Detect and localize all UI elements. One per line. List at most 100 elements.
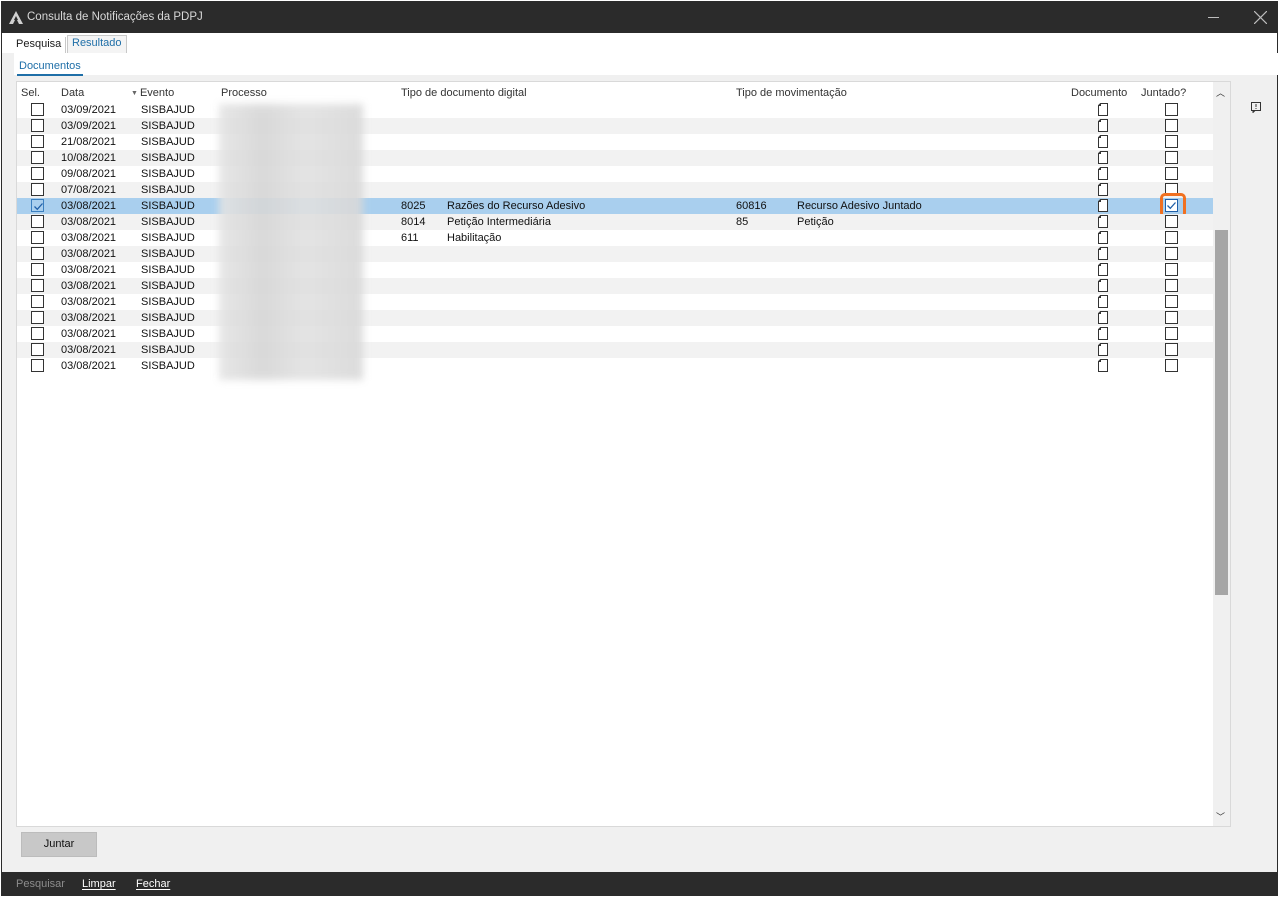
document-icon[interactable] [1097,246,1109,261]
close-button[interactable] [1242,2,1279,33]
subtab-documentos[interactable]: Documentos [17,60,83,76]
select-checkbox[interactable] [31,151,44,164]
juntado-checkbox[interactable] [1165,103,1178,116]
select-checkbox[interactable] [31,311,44,324]
document-icon[interactable] [1097,294,1109,309]
select-checkbox[interactable] [31,119,44,132]
grid-header: Sel. Data ▼ Evento Processo Tipo de docum… [17,82,1213,102]
table-row[interactable]: 03/09/2021 SISBAJUD [17,118,1213,134]
document-icon[interactable] [1097,118,1109,133]
cell-mov-name: Recurso Adesivo Juntado [797,200,922,212]
juntado-checkbox[interactable] [1165,199,1178,212]
juntado-checkbox[interactable] [1165,247,1178,260]
document-icon[interactable] [1097,166,1109,181]
table-row[interactable]: 03/09/2021 SISBAJUD [17,102,1213,118]
document-icon[interactable] [1097,278,1109,293]
tab-pesquisa[interactable]: Pesquisa [12,37,67,53]
document-icon[interactable] [1097,262,1109,277]
header-data[interactable]: Data [61,87,84,99]
comment-icon[interactable] [1251,102,1261,113]
table-row[interactable]: 03/08/2021 SISBAJUD [17,262,1213,278]
table-row[interactable]: 03/08/2021 SISBAJUD 8025 Razões do Recurso … [17,193,1213,218]
cell-data: 03/09/2021 [61,120,117,132]
header-evento[interactable]: ▼ Evento [131,87,174,99]
select-checkbox[interactable] [31,231,44,244]
table-row[interactable]: 03/08/2021 SISBAJUD [17,358,1213,374]
table-row[interactable]: 03/08/2021 SISBAJUD [17,246,1213,262]
select-checkbox[interactable] [31,199,44,212]
header-sel[interactable]: Sel. [21,87,40,99]
juntado-checkbox[interactable] [1165,167,1178,180]
table-row[interactable]: 03/08/2021 SISBAJUD 8014 Petição Intermediá… [17,214,1213,230]
header-processo[interactable]: Processo [221,87,267,99]
header-tipo-documento[interactable]: Tipo de documento digital [401,87,527,99]
juntado-checkbox[interactable] [1165,279,1178,292]
header-tipo-movimentacao[interactable]: Tipo de movimentação [736,87,847,99]
table-row[interactable]: 03/08/2021 SISBAJUD [17,294,1213,310]
cell-data: 03/08/2021 [61,296,117,308]
document-icon[interactable] [1097,134,1109,149]
document-icon[interactable] [1097,150,1109,165]
cell-data: 03/08/2021 [61,344,117,356]
table-row[interactable]: 07/08/2021 SISBAJUD [17,182,1213,198]
juntado-checkbox[interactable] [1165,359,1178,372]
table-row[interactable]: 03/08/2021 SISBAJUD [17,342,1213,358]
juntado-checkbox[interactable] [1165,231,1178,244]
document-icon[interactable] [1097,342,1109,357]
scroll-thumb[interactable] [1215,230,1228,595]
juntado-checkbox[interactable] [1165,263,1178,276]
header-documento[interactable]: Documento [1071,87,1127,99]
table-row[interactable]: 21/08/2021 SISBAJUD [17,134,1213,150]
juntado-checkbox[interactable] [1165,151,1178,164]
select-checkbox[interactable] [31,247,44,260]
document-icon[interactable] [1097,198,1109,213]
cell-data: 03/08/2021 [61,232,117,244]
document-icon[interactable] [1097,214,1109,229]
table-row[interactable]: 03/08/2021 SISBAJUD [17,278,1213,294]
table-row[interactable]: 03/08/2021 SISBAJUD [17,326,1213,342]
select-checkbox[interactable] [31,167,44,180]
table-row[interactable]: 03/08/2021 SISBAJUD 611 Habilitação [17,230,1213,246]
select-checkbox[interactable] [31,215,44,228]
cell-evento: SISBAJUD [141,104,195,116]
select-checkbox[interactable] [31,295,44,308]
document-icon[interactable] [1097,102,1109,117]
juntado-checkbox[interactable] [1165,327,1178,340]
close-icon[interactable] [1254,11,1267,24]
header-juntado[interactable]: Juntado? [1141,87,1186,99]
juntado-checkbox[interactable] [1165,119,1178,132]
juntado-checkbox[interactable] [1165,311,1178,324]
tab-resultado[interactable]: Resultado [67,35,127,53]
juntado-checkbox[interactable] [1165,343,1178,356]
document-icon[interactable] [1097,310,1109,325]
document-icon[interactable] [1097,358,1109,373]
scroll-down-icon[interactable]: ﹀ [1216,810,1225,823]
table-row[interactable]: 03/08/2021 SISBAJUD [17,310,1213,326]
select-checkbox[interactable] [31,103,44,116]
document-icon[interactable] [1097,326,1109,341]
juntado-checkbox[interactable] [1165,295,1178,308]
subtab-bar: Documentos [14,53,1278,76]
table-row[interactable]: 09/08/2021 SISBAJUD [17,166,1213,182]
scroll-up-icon[interactable]: ︿ [1216,86,1225,99]
fechar-link[interactable]: Fechar [136,878,170,890]
limpar-link[interactable]: Limpar [82,878,116,890]
document-icon[interactable] [1097,230,1109,245]
pesquisar-link[interactable]: Pesquisar [16,878,65,890]
select-checkbox[interactable] [31,327,44,340]
minimize-button[interactable] [1196,2,1230,33]
vertical-scrollbar[interactable]: ︿ ﹀ [1213,82,1230,826]
select-checkbox[interactable] [31,135,44,148]
juntado-checkbox[interactable] [1165,135,1178,148]
juntado-checkbox[interactable] [1165,215,1178,228]
select-checkbox[interactable] [31,359,44,372]
select-checkbox[interactable] [31,263,44,276]
select-checkbox[interactable] [31,343,44,356]
cell-evento: SISBAJUD [141,232,195,244]
select-checkbox[interactable] [31,279,44,292]
select-checkbox[interactable] [31,183,44,196]
cell-data: 10/08/2021 [61,152,117,164]
document-icon[interactable] [1097,182,1109,197]
table-row[interactable]: 10/08/2021 SISBAJUD [17,150,1213,166]
juntar-button[interactable]: Juntar [21,832,97,857]
